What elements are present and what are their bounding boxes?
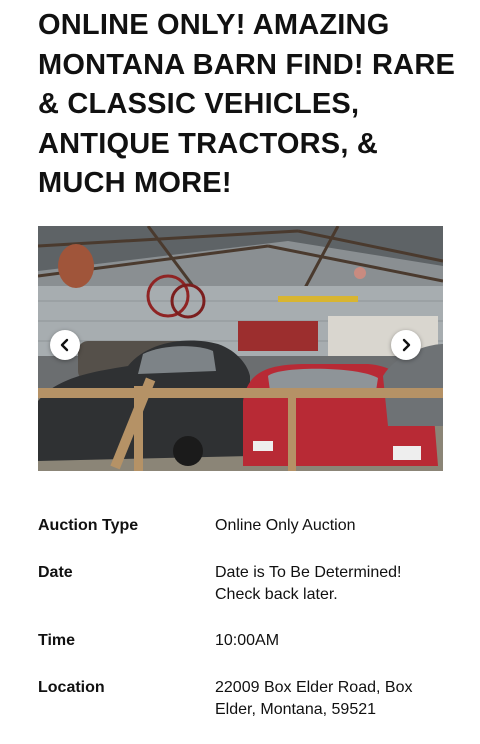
carousel-prev-button[interactable] <box>50 330 80 360</box>
detail-value: Date is To Be Determined! Check back lat… <box>215 564 402 603</box>
chevron-left-icon <box>60 338 69 352</box>
detail-value: 22009 Box Elder Road, Box Elder, Montana… <box>215 679 413 718</box>
listing-title: ONLINE ONLY! AMAZING MONTANA BARN FIND! … <box>38 9 456 199</box>
detail-label: Date <box>38 564 73 581</box>
barn-photo <box>38 226 443 471</box>
carousel-next-button[interactable] <box>391 330 421 360</box>
image-carousel[interactable] <box>38 226 443 471</box>
detail-label: Time <box>38 632 76 649</box>
chevron-right-icon <box>402 338 411 352</box>
detail-label: Location <box>38 679 105 696</box>
detail-value: Online Only Auction <box>215 517 356 534</box>
detail-value: 10:00AM <box>215 632 280 649</box>
detail-label: Auction Type <box>38 517 139 534</box>
